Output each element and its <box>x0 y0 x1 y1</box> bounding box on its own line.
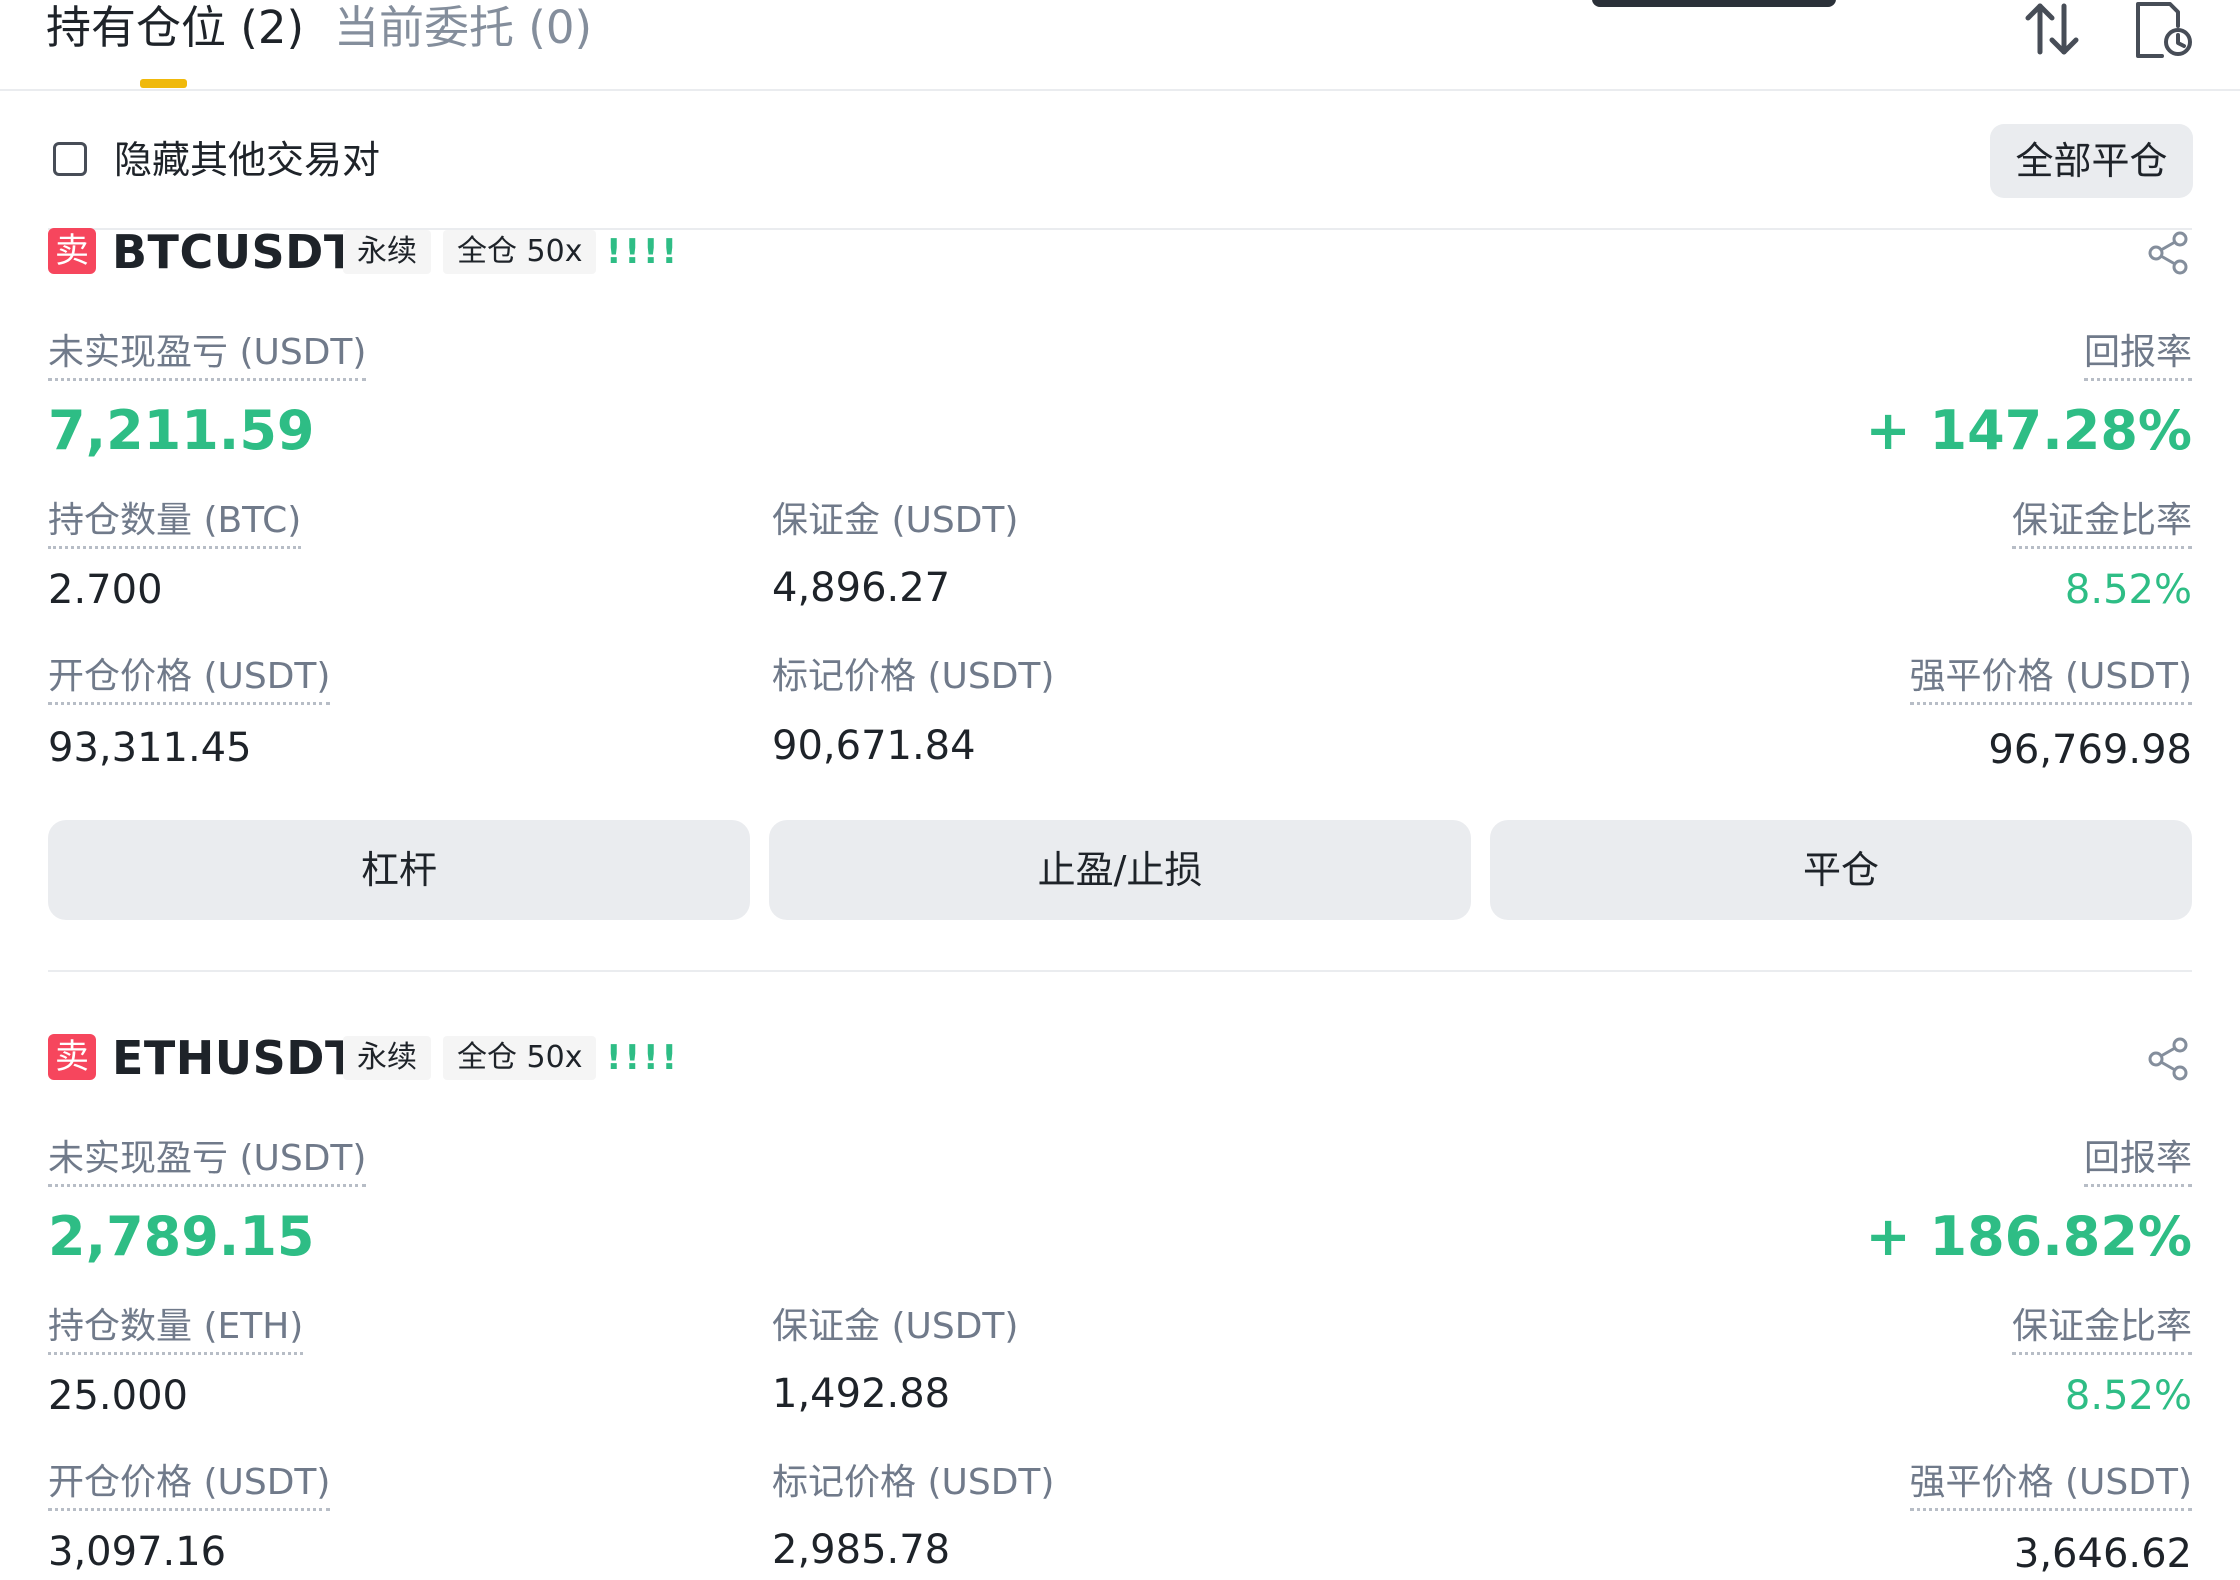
margin-ratio-value: 8.52% <box>2064 1373 2192 1419</box>
close-position-button[interactable]: 平仓 <box>1490 820 2192 920</box>
roe-label[interactable]: 回报率 <box>2083 1136 2192 1187</box>
share-icon[interactable] <box>2146 1036 2192 1082</box>
leverage-button[interactable]: 杠杆 <box>48 820 750 920</box>
liquidation-price-label[interactable]: 强平价格 (USDT) <box>1909 1460 2192 1511</box>
roe-value: + 186.82% <box>1865 1205 2192 1268</box>
mark-price-label: 标记价格 (USDT) <box>772 1462 1055 1503</box>
margin-value: 1,492.88 <box>772 1371 951 1417</box>
position-symbol[interactable]: ETHUSDT <box>112 1028 357 1088</box>
entry-price-label[interactable]: 开仓价格 (USDT) <box>48 1460 331 1511</box>
unrealized-pnl-value: 2,789.15 <box>48 1205 315 1268</box>
margin-mode-chip[interactable]: 全仓 50x <box>443 1036 597 1080</box>
unrealized-pnl-label[interactable]: 未实现盈亏 (USDT) <box>48 1136 367 1187</box>
entry-price-value: 3,097.16 <box>48 1529 227 1575</box>
risk-signal-indicator: !!!! <box>606 1038 681 1078</box>
position-size-value: 25.000 <box>48 1373 188 1419</box>
margin-ratio-label[interactable]: 保证金比率 <box>2011 1304 2192 1355</box>
position-card-eth: 卖 ETHUSDT 永续 全仓 50x !!!! 未实现盈亏 (USDT) 回报… <box>0 0 2240 1577</box>
position-size-label[interactable]: 持仓数量 (ETH) <box>48 1304 304 1355</box>
margin-label: 保证金 (USDT) <box>772 1306 1019 1347</box>
card-divider <box>48 970 2192 972</box>
contract-type-chip: 永续 <box>343 1036 431 1080</box>
liquidation-price-value: 3,646.62 <box>2013 1531 2192 1577</box>
mark-price-value: 2,985.78 <box>772 1527 951 1573</box>
sell-side-badge: 卖 <box>48 1034 96 1080</box>
tp-sl-button[interactable]: 止盈/止损 <box>769 820 1471 920</box>
